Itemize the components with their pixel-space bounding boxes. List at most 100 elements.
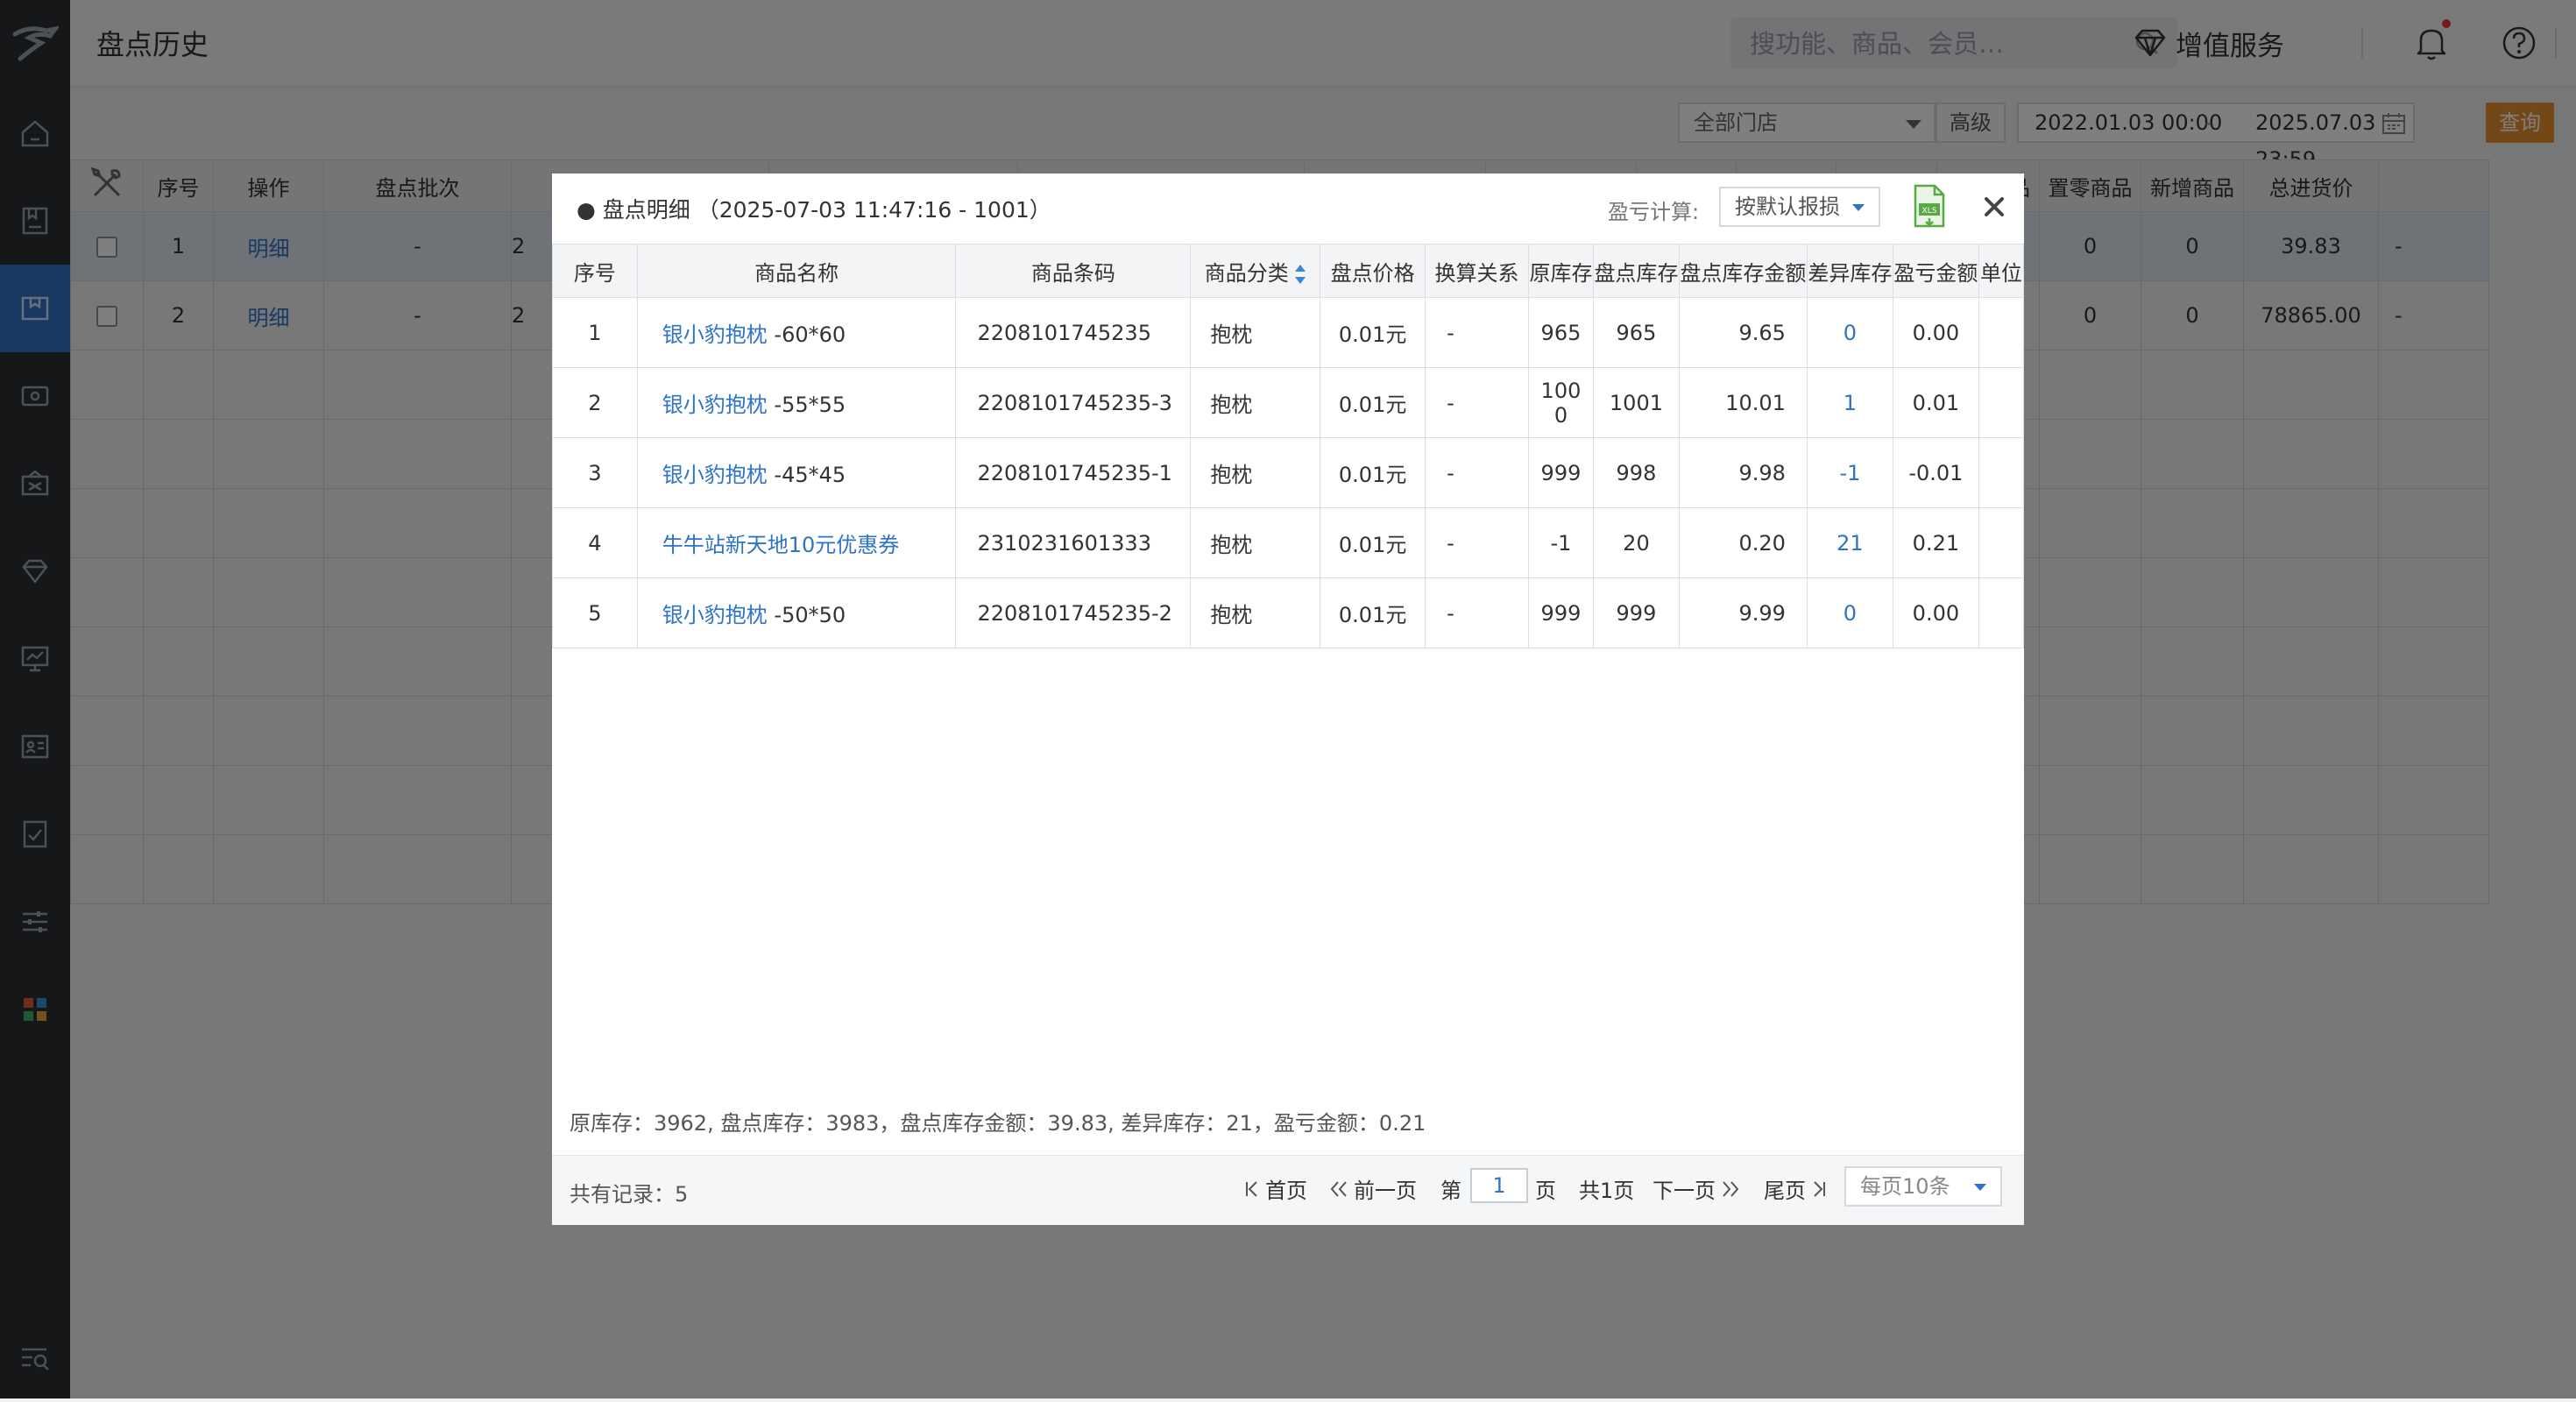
- prev-page-button[interactable]: 前一页: [1329, 1173, 1417, 1204]
- column-header: 差异库存: [1806, 244, 1893, 298]
- column-header: 盈亏金额: [1892, 244, 1979, 298]
- svg-text:XLS: XLS: [1922, 207, 1937, 216]
- cell-counted-amount: 0.20: [1678, 507, 1808, 578]
- cell-original-stock: 999: [1527, 437, 1594, 508]
- cell-conversion: -: [1425, 577, 1529, 648]
- total-pages: 共1页: [1579, 1179, 1635, 1203]
- total-records: 共有记录：5: [570, 1182, 689, 1207]
- cell-counted-amount: 9.98: [1678, 437, 1808, 508]
- column-header: 盘点库存: [1592, 244, 1680, 298]
- cell-diff-stock[interactable]: 0: [1806, 577, 1893, 648]
- last-page-button[interactable]: 尾页: [1764, 1173, 1827, 1204]
- column-header: 原库存: [1527, 244, 1594, 298]
- sort-icon[interactable]: [1294, 263, 1306, 286]
- dialog-title: ● 盘点明细 （2025-07-03 11:47:16 - 1001）: [577, 197, 1051, 223]
- column-header: 盘点价格: [1320, 244, 1426, 298]
- cell-unit: [1978, 367, 2025, 438]
- cell-counted-amount: 9.65: [1678, 297, 1808, 368]
- calc-mode-select[interactable]: 按默认报损: [1719, 187, 1880, 227]
- cell-price: 0.01元: [1320, 577, 1426, 648]
- cell-price: 0.01元: [1320, 507, 1426, 578]
- page-size-select[interactable]: 每页10条: [1844, 1166, 2002, 1207]
- cell-product-name: 银小豹抱枕 -55*55: [636, 367, 957, 438]
- cell-counted-stock: 965: [1592, 297, 1680, 368]
- cell-profit-loss: 0.21: [1892, 507, 1979, 578]
- column-header: 商品条码: [955, 244, 1192, 298]
- first-page-icon: [1246, 1180, 1257, 1197]
- column-header-sortable[interactable]: 商品分类: [1190, 244, 1321, 298]
- cell-product-name: 银小豹抱枕 -50*50: [636, 577, 957, 648]
- prev-page-label: 前一页: [1354, 1179, 1417, 1203]
- column-header: 单位: [1978, 244, 2025, 298]
- page-prefix: 第: [1440, 1179, 1461, 1203]
- product-link[interactable]: 银小豹抱枕: [662, 463, 768, 487]
- caret-down-icon: [1852, 204, 1865, 211]
- product-link[interactable]: 牛牛站新天地10元优惠券: [662, 533, 900, 557]
- cell-profit-loss: -0.01: [1892, 437, 1979, 508]
- detail-table-header: 序号 商品名称 商品条码 商品分类 盘点价格 换算关系 原库存 盘点库存 盘点库…: [552, 244, 2025, 298]
- cell-original-stock: 999: [1527, 577, 1594, 648]
- page-suffix: 页: [1535, 1179, 1556, 1203]
- cell-unit: [1978, 437, 2025, 508]
- column-header-label: 商品分类: [1204, 260, 1289, 286]
- product-spec: -45*45: [774, 463, 846, 487]
- cell-profit-loss: 0.00: [1892, 297, 1979, 368]
- product-spec: -50*50: [774, 603, 846, 627]
- summary-text: 原库存：3962, 盘点库存：3983，盘点库存金额：39.83, 差异库存：2…: [570, 1111, 1426, 1136]
- product-spec: -60*60: [774, 322, 846, 347]
- close-icon[interactable]: [1980, 193, 2008, 221]
- cell-original-stock: 1000: [1527, 367, 1594, 438]
- cell-price: 0.01元: [1320, 297, 1426, 368]
- cell-product-name: 牛牛站新天地10元优惠券: [636, 507, 957, 578]
- cell-counted-amount: 9.99: [1678, 577, 1808, 648]
- cell-category: 抱枕: [1190, 577, 1321, 648]
- cell-price: 0.01元: [1320, 367, 1426, 438]
- next-page-button[interactable]: 下一页: [1652, 1173, 1740, 1204]
- cell-original-stock: -1: [1527, 507, 1594, 578]
- cell-counted-stock: 999: [1592, 577, 1680, 648]
- cell-seq: 3: [552, 437, 638, 508]
- cell-conversion: -: [1425, 367, 1529, 438]
- column-header: 换算关系: [1425, 244, 1529, 298]
- column-header: 序号: [552, 244, 638, 298]
- column-header: 商品名称: [636, 244, 957, 298]
- cell-category: 抱枕: [1190, 367, 1321, 438]
- export-excel-icon[interactable]: XLS: [1908, 182, 1950, 231]
- product-link[interactable]: 银小豹抱枕: [662, 322, 768, 347]
- cell-category: 抱枕: [1190, 437, 1321, 508]
- calc-mode-value: 按默认报损: [1735, 195, 1840, 219]
- cell-counted-stock: 20: [1592, 507, 1680, 578]
- cell-barcode: 2208101745235-3: [955, 367, 1192, 438]
- last-page-label: 尾页: [1764, 1179, 1806, 1203]
- cell-seq: 2: [552, 367, 638, 438]
- cell-diff-stock[interactable]: 21: [1806, 507, 1893, 578]
- last-page-icon: [1814, 1180, 1825, 1197]
- product-link[interactable]: 银小豹抱枕: [662, 393, 768, 417]
- cell-conversion: -: [1425, 507, 1529, 578]
- table-row: 1 银小豹抱枕 -60*60 2208101745235 抱枕 0.01元 - …: [552, 297, 2025, 368]
- cell-barcode: 2208101745235: [955, 297, 1192, 368]
- cell-category: 抱枕: [1190, 297, 1321, 368]
- first-page-button[interactable]: 首页: [1244, 1173, 1307, 1204]
- cell-barcode: 2208101745235-1: [955, 437, 1192, 508]
- cell-unit: [1978, 577, 2025, 648]
- cell-diff-stock[interactable]: 0: [1806, 297, 1893, 368]
- double-chevron-right-icon: [1723, 1180, 1739, 1197]
- cell-counted-stock: 1001: [1592, 367, 1680, 438]
- cell-product-name: 银小豹抱枕 -60*60: [636, 297, 957, 368]
- cell-seq: 4: [552, 507, 638, 578]
- calc-label: 盈亏计算:: [1608, 200, 1700, 224]
- cell-counted-amount: 10.01: [1678, 367, 1808, 438]
- page-size-value: 每页10条: [1860, 1174, 1950, 1199]
- page-number-input[interactable]: 1: [1470, 1168, 1528, 1203]
- first-page-label: 首页: [1265, 1179, 1307, 1203]
- detail-table: 序号 商品名称 商品条码 商品分类 盘点价格 换算关系 原库存 盘点库存 盘点库…: [552, 244, 2025, 648]
- cell-diff-stock[interactable]: -1: [1806, 437, 1893, 508]
- cell-profit-loss: 0.00: [1892, 577, 1979, 648]
- cell-original-stock: 965: [1527, 297, 1594, 368]
- next-page-label: 下一页: [1652, 1179, 1716, 1203]
- cell-diff-stock[interactable]: 1: [1806, 367, 1893, 438]
- table-row: 2 银小豹抱枕 -55*55 2208101745235-3 抱枕 0.01元 …: [552, 367, 2025, 438]
- table-row: 5 银小豹抱枕 -50*50 2208101745235-2 抱枕 0.01元 …: [552, 577, 2025, 648]
- product-link[interactable]: 银小豹抱枕: [662, 603, 768, 627]
